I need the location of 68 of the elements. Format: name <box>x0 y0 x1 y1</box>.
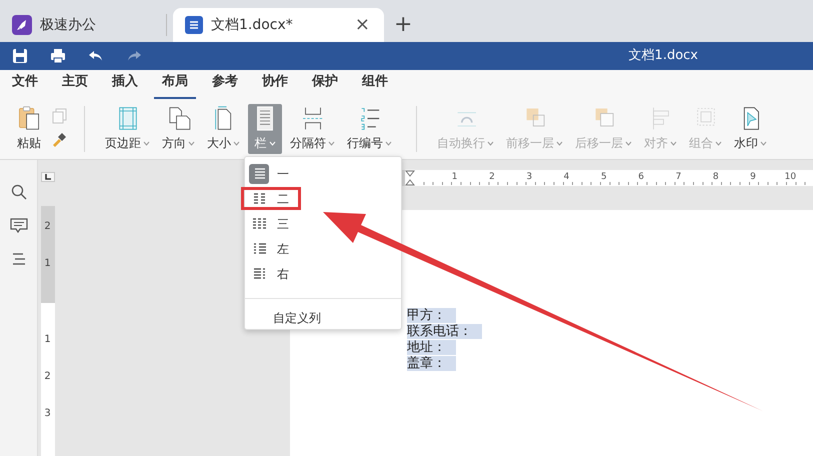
tab-stop-button[interactable] <box>40 172 54 182</box>
ruler-number: 1 <box>44 257 51 271</box>
menu-tab[interactable]: 插入 <box>104 69 146 99</box>
ruler-number: 8 <box>712 171 720 184</box>
menu-tab[interactable]: 保护 <box>304 69 346 99</box>
ribbon-button[interactable]: 水印 <box>730 104 771 154</box>
menu-tab[interactable]: 文件 <box>4 69 46 99</box>
caret-icon <box>715 140 722 146</box>
document-text: 盖章： <box>407 356 456 371</box>
indent-marker-icon[interactable] <box>405 170 415 186</box>
ruler-number: 2 <box>44 370 51 384</box>
comment-icon[interactable] <box>10 218 28 234</box>
ruler-number: 3 <box>44 407 51 421</box>
document-icon <box>185 16 203 34</box>
app-tab[interactable]: 极速办公 <box>0 8 160 42</box>
ruler-number: 5 <box>600 171 608 184</box>
document-text: 联系电话： <box>407 324 482 339</box>
new-tab-button[interactable]: + <box>384 14 422 36</box>
menu-tab[interactable]: 参考 <box>204 69 246 99</box>
caret-icon <box>143 140 150 146</box>
save-icon[interactable] <box>12 48 28 64</box>
search-icon[interactable] <box>10 184 26 200</box>
ruler-number: 9 <box>749 171 757 184</box>
ruler-number: 2 <box>44 220 51 234</box>
ruler-number: 7 <box>674 171 682 184</box>
paste-button[interactable]: 粘贴 <box>10 104 48 154</box>
rocket-icon <box>12 15 32 35</box>
ribbon-button[interactable]: 行编号 <box>343 104 396 154</box>
ribbon-button[interactable]: 大小 <box>203 104 244 154</box>
caret-icon <box>233 140 240 146</box>
caret-icon <box>556 140 563 146</box>
ruler-number: 3 <box>525 171 534 184</box>
clipboard-icon <box>16 106 42 130</box>
menu-tab[interactable]: 协作 <box>254 69 296 99</box>
ruler-number: 1 <box>44 333 51 347</box>
menu-tab[interactable]: 组件 <box>354 69 396 99</box>
menu-tab[interactable]: 主页 <box>54 69 96 99</box>
ribbon-button[interactable]: 分隔符 <box>286 104 339 154</box>
caret-icon <box>385 140 392 146</box>
ribbon-button[interactable]: 页边距 <box>101 104 154 154</box>
menu-item[interactable]: 左 <box>245 236 401 261</box>
caret-icon <box>760 140 767 146</box>
ruler-number: 2 <box>488 171 496 184</box>
menu-item[interactable]: 一 <box>245 161 401 186</box>
menu-item[interactable]: 三 <box>245 211 401 236</box>
caret-icon <box>188 140 195 146</box>
document-title: 文档1.docx <box>628 47 698 66</box>
caret-icon <box>328 140 335 146</box>
menu-item[interactable]: 二 <box>245 186 401 211</box>
ruler-number: 1 <box>450 171 459 184</box>
print-icon[interactable] <box>50 48 66 64</box>
ruler-number: 6 <box>637 171 645 184</box>
format-painter-icon[interactable] <box>52 132 68 148</box>
caret-icon <box>625 140 632 146</box>
caret-icon <box>487 140 494 146</box>
ruler-number: 10 <box>784 171 798 184</box>
menu-item[interactable]: 右 <box>245 261 401 286</box>
caret-icon <box>670 140 677 146</box>
document-tab[interactable]: 文档1.docx* × <box>173 8 384 42</box>
ruler-number: 4 <box>562 171 570 184</box>
ribbon-button[interactable]: 方向 <box>158 104 199 154</box>
close-icon[interactable]: × <box>352 16 372 34</box>
document-text: 地址： <box>407 340 456 355</box>
caret-icon <box>268 140 276 146</box>
document-text: 甲方： <box>407 308 456 323</box>
menu-item[interactable]: 自定义列 <box>245 305 321 331</box>
outline-icon[interactable] <box>10 252 26 266</box>
tab-stop-icon <box>44 173 52 181</box>
